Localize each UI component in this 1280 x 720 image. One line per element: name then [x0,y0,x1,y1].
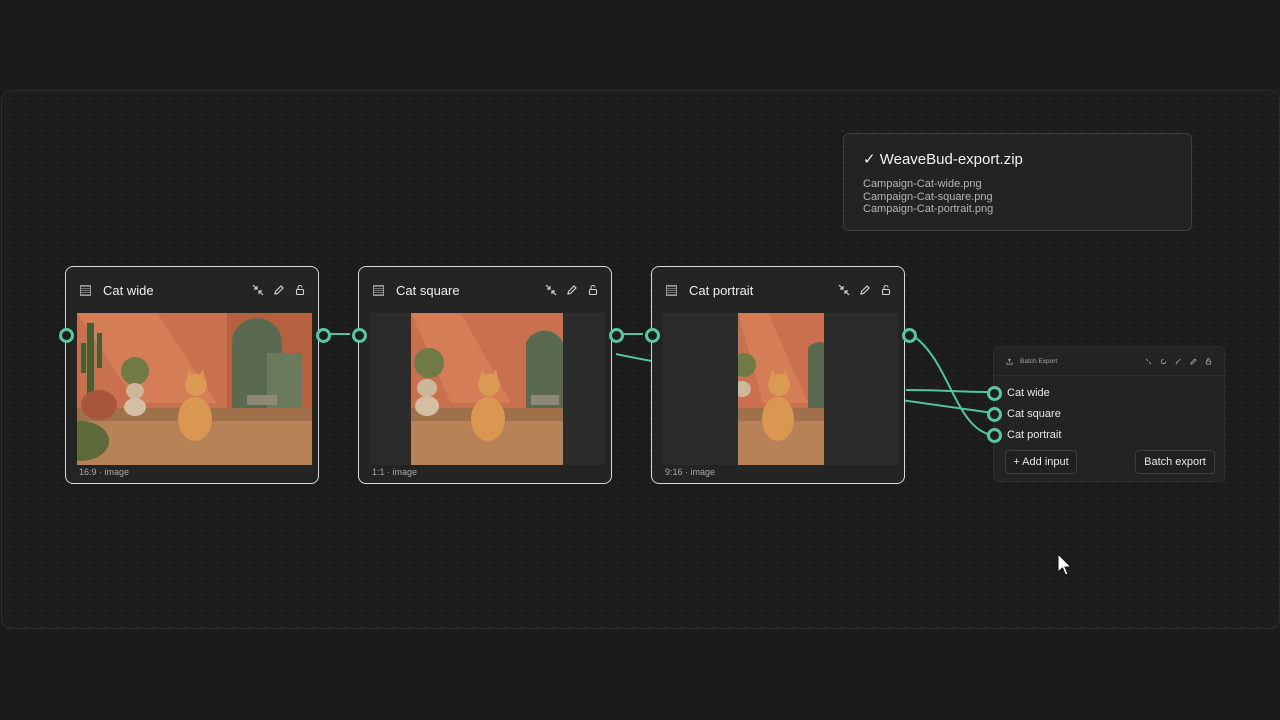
export-icon [1006,357,1013,365]
toast-file-list: Campaign-Cat-wide.png Campaign-Cat-squar… [863,178,993,216]
node-title: Cat square [396,282,460,298]
toast-title: ✓ WeaveBud-export.zip [863,151,1023,168]
refresh-icon[interactable] [1160,358,1167,365]
image-node-cat-square[interactable]: Cat square 1:1 · image [358,266,612,484]
port-batch-cat-wide[interactable] [987,386,1002,401]
toast-file: Campaign-Cat-portrait.png [863,203,994,216]
port-cat-square-in[interactable] [352,328,367,343]
unlock-icon[interactable] [587,284,599,296]
image-node-icon [373,284,384,296]
batch-export-node[interactable]: Batch Export Cat wide Cat square Cat por… [993,346,1225,482]
image-node-icon [80,284,91,296]
image-preview [370,313,605,465]
node-title: Cat wide [103,282,154,298]
add-input-button[interactable]: + Add input [1005,450,1077,474]
unlock-icon[interactable] [294,284,306,296]
pencil-icon[interactable] [1190,357,1197,365]
shrink-icon[interactable] [1145,358,1152,365]
batch-export-title: Batch Export [1020,357,1058,365]
brush-icon[interactable] [1175,358,1182,365]
toast-file: Campaign-Cat-square.png [863,190,993,203]
port-cat-portrait-out[interactable] [902,328,917,343]
node-meta: 1:1 · image [372,467,418,477]
batch-input-cat-square: Cat square [1007,408,1061,420]
port-cat-wide-in[interactable] [59,328,74,343]
batch-input-cat-wide: Cat wide [1007,387,1050,399]
image-node-cat-wide[interactable]: Cat wide 16:9 · image [65,266,319,484]
unlock-icon[interactable] [1205,357,1212,365]
image-node-icon [666,284,677,296]
port-cat-wide-out[interactable] [316,328,331,343]
cat-photo-portrait [738,313,824,465]
image-preview [663,313,898,465]
port-batch-cat-square[interactable] [987,407,1002,422]
node-meta: 9:16 · image [665,467,716,477]
batch-input-cat-portrait: Cat portrait [1007,429,1062,441]
port-cat-portrait-in[interactable] [645,328,660,343]
unlock-icon[interactable] [880,284,892,296]
mouse-cursor-icon [1057,553,1073,576]
toast-file: Campaign-Cat-wide.png [863,178,982,190]
node-title: Cat portrait [689,282,754,298]
node-meta: 16:9 · image [79,467,130,477]
shrink-icon[interactable] [545,284,557,296]
batch-divider [994,375,1224,376]
image-preview [77,313,312,465]
cat-photo-square [411,313,563,465]
batch-export-button[interactable]: Batch export [1135,450,1215,474]
port-batch-cat-portrait[interactable] [987,428,1002,443]
pencil-icon[interactable] [859,284,871,296]
image-node-cat-portrait[interactable]: Cat portrait 9:16 · image [651,266,905,484]
shrink-icon[interactable] [252,284,264,296]
cat-photo-wide [77,313,312,465]
pencil-icon[interactable] [566,284,578,296]
shrink-icon[interactable] [838,284,850,296]
pencil-icon[interactable] [273,284,285,296]
port-cat-square-out[interactable] [609,328,624,343]
export-toast: ✓ WeaveBud-export.zip Campaign-Cat-wide.… [843,133,1192,231]
